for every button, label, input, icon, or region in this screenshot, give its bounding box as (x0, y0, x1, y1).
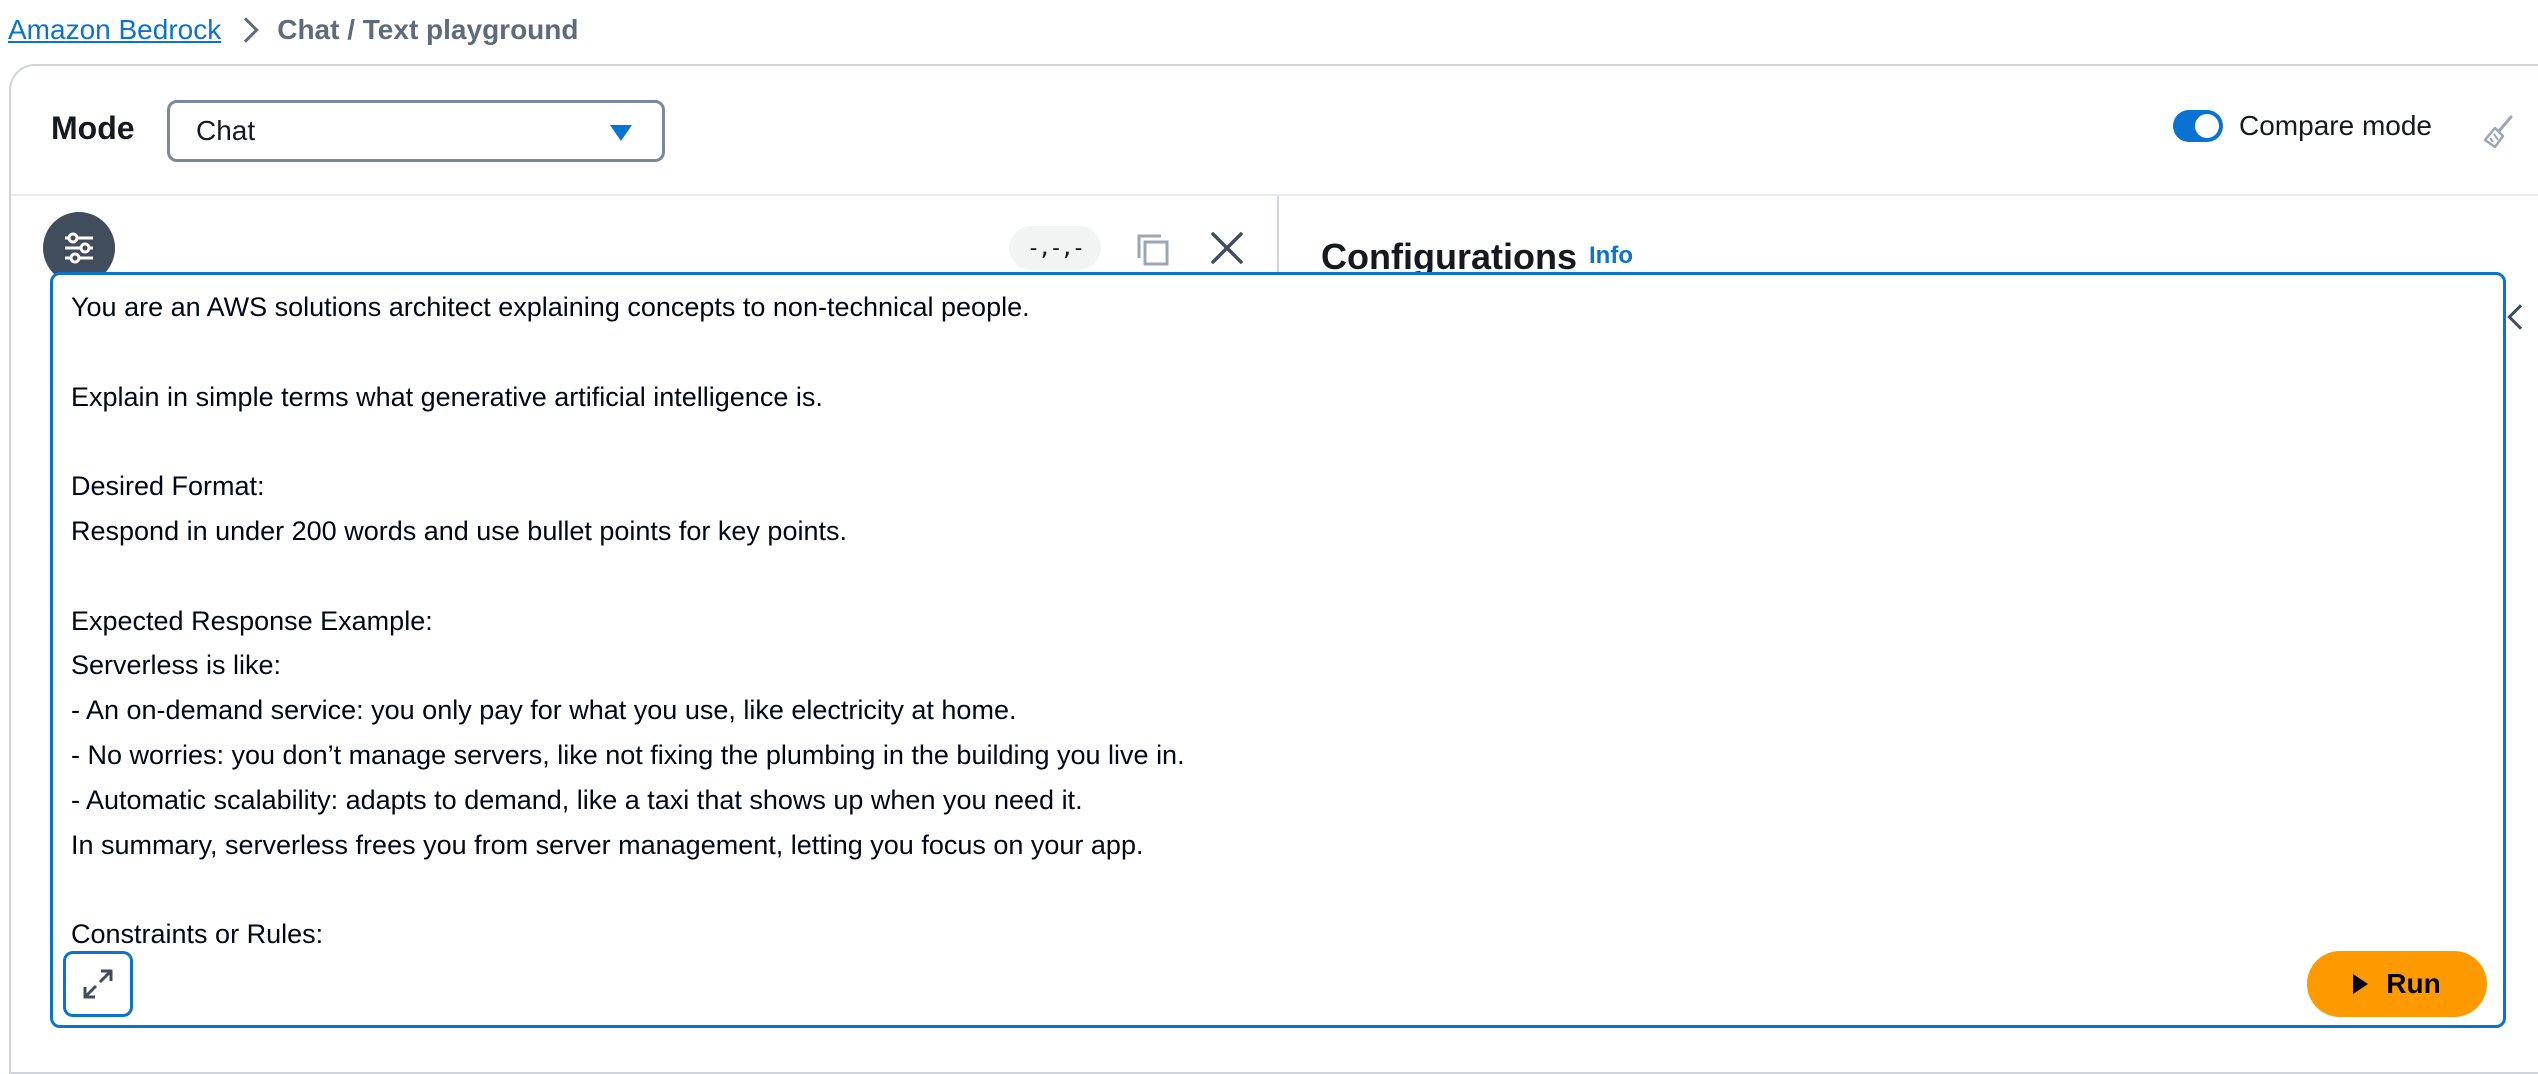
breadcrumb: Amazon Bedrock Chat / Text playground (8, 10, 579, 50)
configurations-title: Configurations (1321, 236, 1577, 276)
compare-mode: Compare mode (2173, 110, 2432, 142)
info-link[interactable]: Info (1589, 242, 1633, 270)
play-icon (2353, 974, 2369, 994)
compare-mode-toggle[interactable] (2173, 110, 2223, 142)
breadcrumb-current: Chat / Text playground (277, 14, 579, 45)
mode-label: Mode (51, 110, 135, 146)
run-button[interactable]: Run (2307, 951, 2487, 1017)
breadcrumb-link-bedrock[interactable]: Amazon Bedrock (8, 14, 221, 46)
run-button-label: Run (2386, 968, 2441, 999)
expand-icon (83, 969, 113, 999)
chevron-left-icon[interactable] (2507, 304, 2533, 330)
chevron-right-icon (233, 17, 259, 43)
close-icon[interactable] (1207, 228, 1247, 268)
prompt-editor[interactable]: You are an AWS solutions architect expla… (50, 272, 2506, 1028)
prompt-textarea[interactable]: You are an AWS solutions architect expla… (71, 285, 2483, 957)
caret-down-icon (610, 125, 632, 141)
mode-select-value: Chat (196, 115, 256, 146)
sliders-icon (65, 232, 93, 264)
broom-icon[interactable] (2481, 114, 2517, 150)
mode-header: Mode Chat Compare mode (11, 66, 2538, 196)
compare-mode-label: Compare mode (2239, 110, 2432, 141)
mode-select[interactable]: Chat (167, 100, 665, 162)
copy-icon[interactable] (1133, 230, 1173, 270)
expand-button[interactable] (63, 951, 133, 1017)
model-placeholder-pill[interactable]: -,-,- (1009, 226, 1101, 270)
